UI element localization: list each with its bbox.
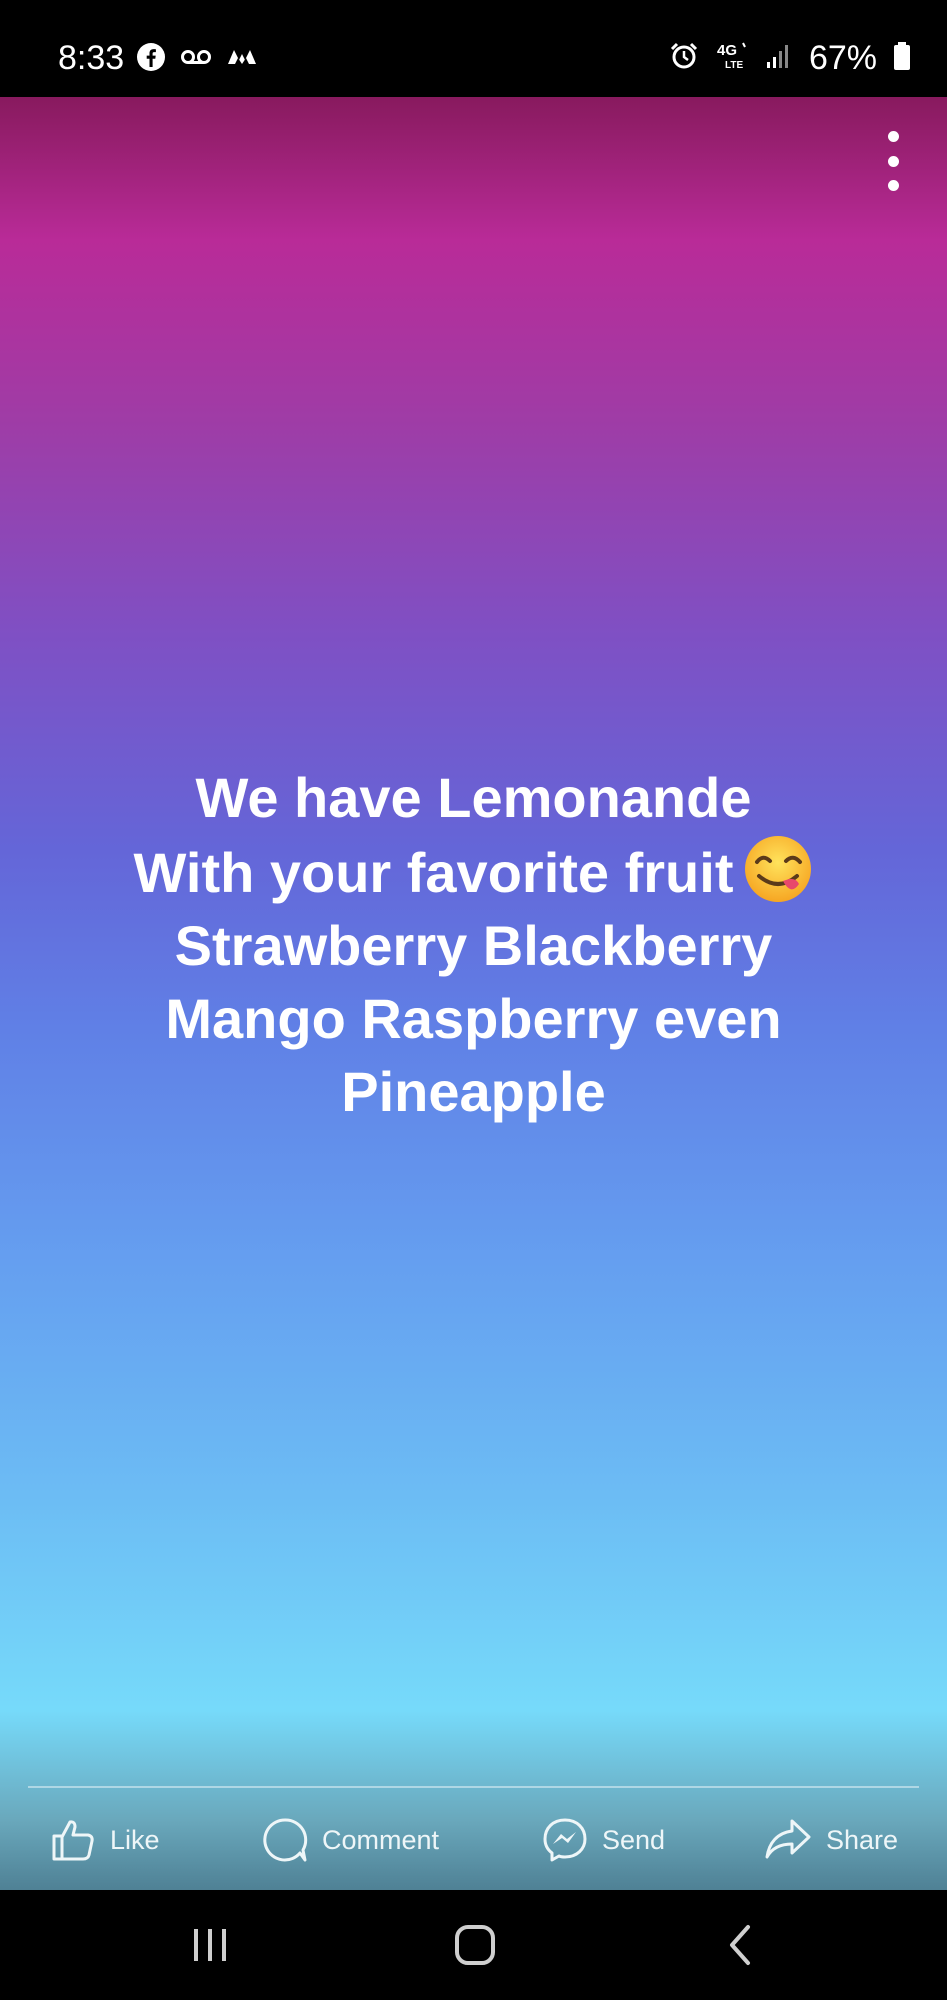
recent-apps-icon [194, 1929, 226, 1961]
facebook-icon [136, 42, 166, 77]
network-sub-label: LTE [725, 60, 743, 71]
back-icon [730, 1925, 750, 1965]
more-vertical-icon [887, 131, 899, 142]
action-divider [28, 1786, 919, 1788]
battery-icon [893, 41, 911, 76]
post-text-line-5: Pineapple [341, 1060, 606, 1123]
like-label: Like [110, 1824, 160, 1855]
post-text-line-1: We have Lemonande [195, 766, 752, 829]
system-navigation-bar [0, 1890, 947, 2000]
comment-button[interactable]: Comment [262, 1810, 439, 1870]
post-text-line-2-text: With your favorite fruit [133, 841, 734, 904]
facebook-text-post-screen: 8:33 4G LTE 67% We have Lemonande With y… [0, 0, 947, 2000]
status-bar: 8:33 4G LTE 67% [0, 0, 947, 97]
status-time: 8:33 [58, 39, 125, 77]
savoring-food-emoji-icon [743, 834, 813, 904]
alarm-icon [669, 41, 699, 76]
home-button[interactable] [435, 1915, 515, 1975]
post-text-line-2: With your favorite fruit [40, 834, 907, 909]
text-post-background: We have Lemonande With your favorite fru… [0, 97, 947, 1890]
post-text-line-3: Strawberry Blackberry [174, 914, 773, 977]
share-label: Share [826, 1824, 899, 1855]
like-button[interactable]: Like [50, 1810, 160, 1870]
status-system-icons: 4G LTE 67% [669, 38, 911, 78]
post-text: We have Lemonande With your favorite fru… [40, 761, 907, 1128]
more-dot [887, 180, 899, 191]
post-action-bar: Like Comment Send Share [0, 1810, 947, 1870]
status-notification-icons [136, 42, 258, 76]
home-icon [455, 1925, 495, 1965]
more-dot [887, 155, 899, 167]
share-button[interactable]: Share [764, 1810, 898, 1870]
thumbs-up-icon [52, 1820, 94, 1861]
messenger-icon [543, 1818, 587, 1862]
share-icon [765, 1819, 811, 1859]
battery-percent: 67% [808, 39, 877, 77]
4g-lte-icon: 4G LTE [715, 41, 749, 76]
comment-icon [263, 1818, 308, 1862]
more-options-button[interactable] [883, 131, 903, 191]
network-label: 4G [717, 42, 737, 59]
post-text-line-4: Mango Raspberry even [165, 987, 782, 1050]
app-notification-icon [226, 46, 258, 73]
signal-icon [765, 42, 793, 75]
send-label: Send [602, 1824, 666, 1855]
back-button[interactable] [700, 1915, 780, 1975]
send-button[interactable]: Send [542, 1810, 665, 1870]
voicemail-icon [180, 47, 212, 72]
comment-label: Comment [322, 1824, 440, 1855]
recent-apps-button[interactable] [170, 1915, 250, 1975]
